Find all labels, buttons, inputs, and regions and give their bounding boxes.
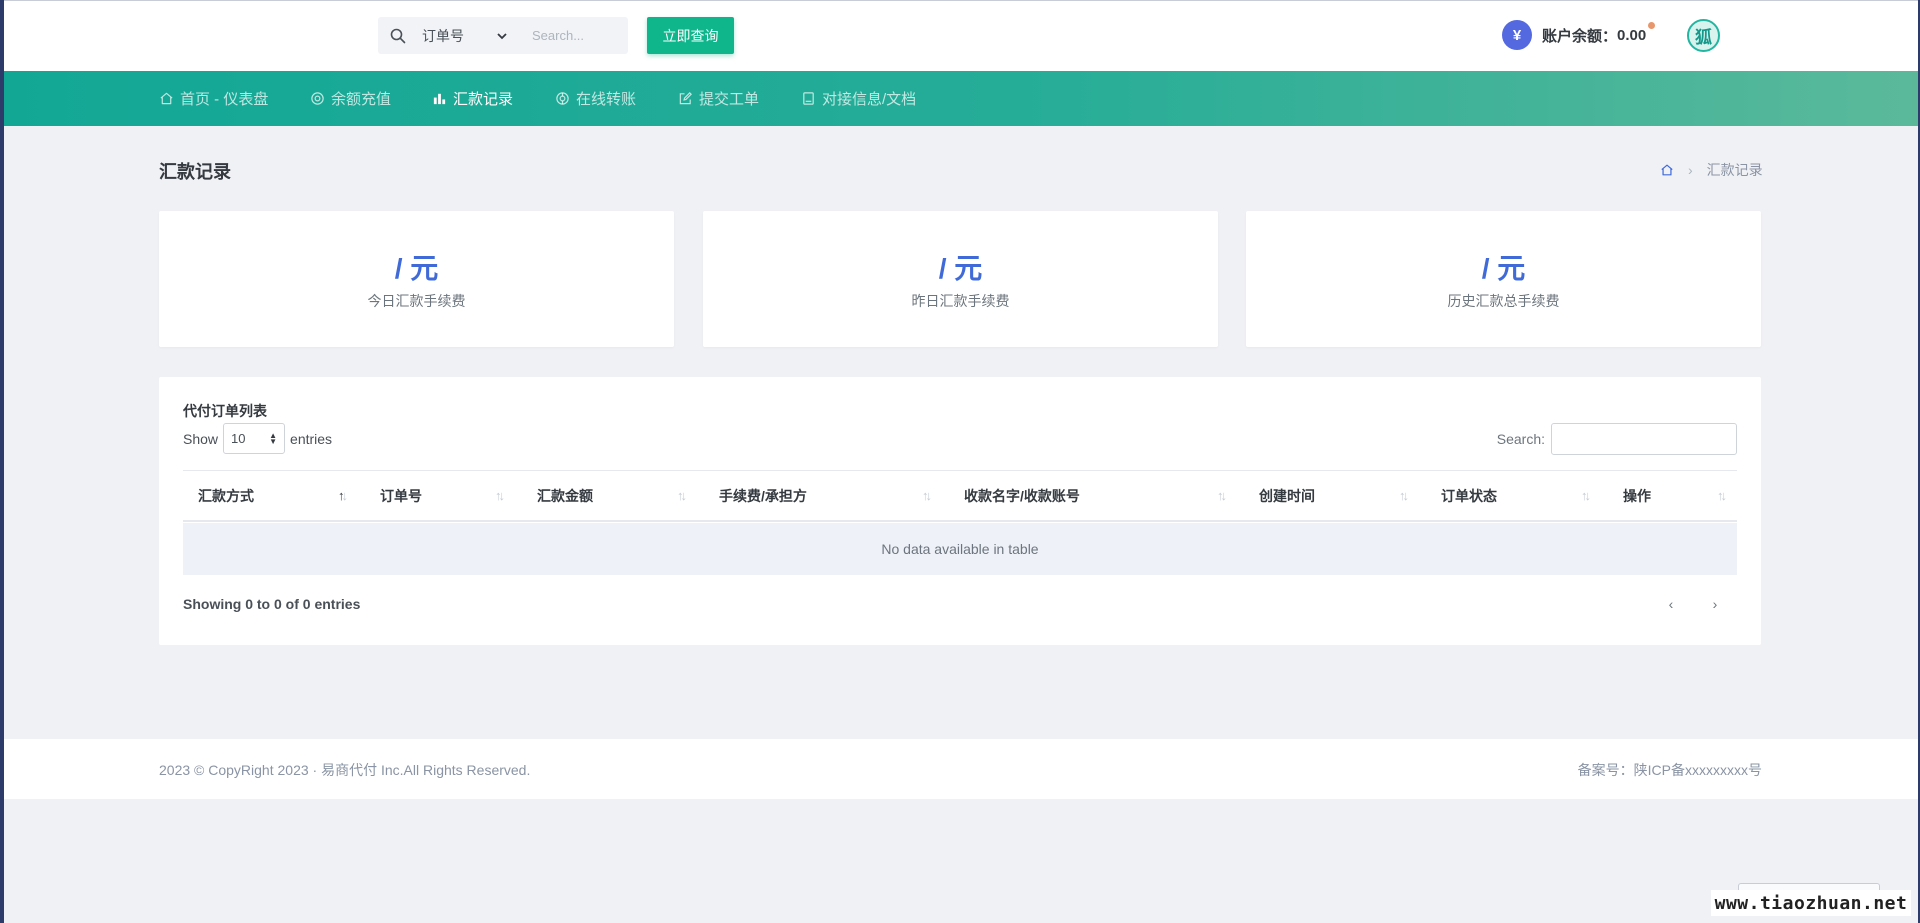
table-info: Showing 0 to 0 of 0 entries (183, 596, 361, 612)
book-icon (803, 92, 814, 105)
stat-label: 昨日汇款手续费 (911, 293, 1010, 309)
column-label: 手续费/承担方 (719, 488, 807, 504)
stat-label: 历史汇款总手续费 (1447, 293, 1560, 309)
top-bar: 订单号 立即查询 ¥ 账户余额： 0.00 狐 (0, 0, 1920, 71)
window-top-edge (0, 0, 1920, 1)
payout-orders-card: 代付订单列表 Show 10 ▲ ▼ entries Search: 汇款方式 ↑… (159, 377, 1761, 645)
page-length-control: Show 10 ▲ ▼ entries (183, 423, 332, 454)
column-label: 汇款金额 (537, 488, 593, 504)
sort-icon: ↑↓ (495, 488, 505, 503)
table-search: Search: (1497, 423, 1737, 455)
transfer-icon (556, 92, 569, 105)
nav-label: 在线转账 (576, 91, 637, 108)
chevron-down-icon (497, 32, 507, 39)
column-header-fee[interactable]: 手续费/承担方 (719, 471, 807, 521)
search-icon[interactable] (378, 17, 418, 54)
nav-label: 汇款记录 (453, 91, 514, 108)
sort-icon: ↑↓ (1399, 488, 1409, 503)
column-header-created[interactable]: 创建时间 (1259, 471, 1315, 521)
nav-label: 提交工单 (699, 91, 760, 108)
stat-value: / 元 (394, 253, 439, 284)
sort-icon: ↑↓ (1217, 488, 1227, 503)
home-icon (160, 92, 173, 105)
column-label: 订单号 (380, 488, 422, 504)
nav-item-recharge[interactable]: 余额充值 (310, 71, 391, 126)
show-label: Show (183, 430, 219, 447)
nav-item-api-docs[interactable]: 对接信息/文档 (801, 71, 916, 126)
search-group: 订单号 (378, 17, 628, 54)
column-header-status[interactable]: 订单状态 (1441, 471, 1497, 521)
notification-dot (1648, 22, 1655, 29)
account-balance: ¥ 账户余额： 0.00 (1502, 20, 1646, 50)
sort-asc-icon: ↑↓ (338, 488, 348, 503)
balance-label: 账户余额： (1542, 27, 1618, 45)
search-input[interactable] (518, 17, 628, 54)
main-nav: 首页 - 仪表盘 余额充值 汇款记录 在线转账 提交工单 对接信息/文档 (0, 71, 1920, 126)
breadcrumb-separator: › (1688, 162, 1693, 178)
stat-card-yesterday-fee: / 元 昨日汇款手续费 (703, 211, 1218, 347)
column-header-payee[interactable]: 收款名字/收款账号 (964, 471, 1080, 521)
nav-item-submit-ticket[interactable]: 提交工单 (678, 71, 759, 126)
stat-value: / 元 (1481, 253, 1526, 284)
search-type-value: 订单号 (422, 27, 464, 44)
stat-label: 今日汇款手续费 (367, 293, 466, 309)
search-type-select[interactable]: 订单号 (418, 17, 518, 54)
column-header-order-no[interactable]: 订单号 (380, 471, 422, 521)
sort-icon: ↑↓ (1581, 488, 1591, 503)
next-page-button[interactable]: › (1705, 593, 1725, 615)
nav-item-dashboard[interactable]: 首页 - 仪表盘 (159, 71, 268, 126)
bar-chart-icon (433, 93, 446, 105)
icp-record: 备案号：陕ICP备xxxxxxxxx号 (1577, 762, 1762, 778)
search-label: Search: (1496, 431, 1545, 447)
sort-icon: ↑↓ (922, 488, 932, 503)
select-arrows-icon: ▲ ▼ (269, 430, 278, 446)
search-button[interactable]: 立即查询 (647, 17, 734, 54)
nav-label: 对接信息/文档 (822, 91, 917, 108)
stat-card-total-fee: / 元 历史汇款总手续费 (1246, 211, 1761, 347)
page-length-value: 10 (231, 431, 246, 446)
previous-page-button[interactable]: ‹ (1661, 593, 1681, 615)
avatar[interactable]: 狐 (1687, 19, 1720, 52)
column-label: 汇款方式 (198, 488, 254, 504)
breadcrumb: › 汇款记录 (1660, 160, 1763, 180)
balance-value: 0.00 (1617, 26, 1647, 44)
copyright: 2023 © CopyRight 2023 · 易商代付 Inc.All Rig… (159, 762, 531, 778)
column-header-amount[interactable]: 汇款金额 (537, 471, 593, 521)
window-left-edge (0, 0, 4, 923)
yen-icon: ¥ (1502, 20, 1532, 50)
column-header-method[interactable]: 汇款方式 (198, 471, 254, 521)
table-header: 汇款方式 ↑↓ 订单号 ↑↓ 汇款金额 ↑↓ 手续费/承担方 ↑↓ 收款名字/收… (183, 470, 1737, 522)
nav-item-remittance-records[interactable]: 汇款记录 (432, 71, 513, 126)
stat-value: / 元 (938, 253, 983, 284)
column-label: 订单状态 (1441, 488, 1497, 504)
sort-icon: ↑↓ (677, 488, 687, 503)
column-label: 操作 (1623, 488, 1651, 504)
footer: 2023 © CopyRight 2023 · 易商代付 Inc.All Rig… (4, 739, 1918, 799)
column-label: 创建时间 (1259, 488, 1315, 504)
recharge-icon (311, 92, 324, 105)
card-title: 代付订单列表 (183, 403, 267, 419)
table-search-input[interactable] (1551, 423, 1737, 455)
sort-icon: ↑↓ (1717, 488, 1727, 503)
page-length-select[interactable]: 10 ▲ ▼ (223, 423, 286, 454)
nav-item-online-transfer[interactable]: 在线转账 (555, 71, 636, 126)
nav-label: 首页 - 仪表盘 (180, 91, 269, 108)
column-label: 收款名字/收款账号 (964, 488, 1080, 504)
entries-label: entries (290, 430, 333, 447)
watermark: www.tiaozhuan.net (1711, 890, 1911, 916)
edit-icon (679, 92, 692, 105)
page-title: 汇款记录 (159, 162, 231, 182)
nav-label: 余额充值 (331, 91, 392, 108)
column-header-actions[interactable]: 操作 (1623, 471, 1651, 521)
home-icon[interactable] (1660, 163, 1674, 177)
breadcrumb-current: 汇款记录 (1706, 162, 1763, 178)
stat-card-today-fee: / 元 今日汇款手续费 (159, 211, 674, 347)
empty-table-row: No data available in table (183, 523, 1737, 575)
